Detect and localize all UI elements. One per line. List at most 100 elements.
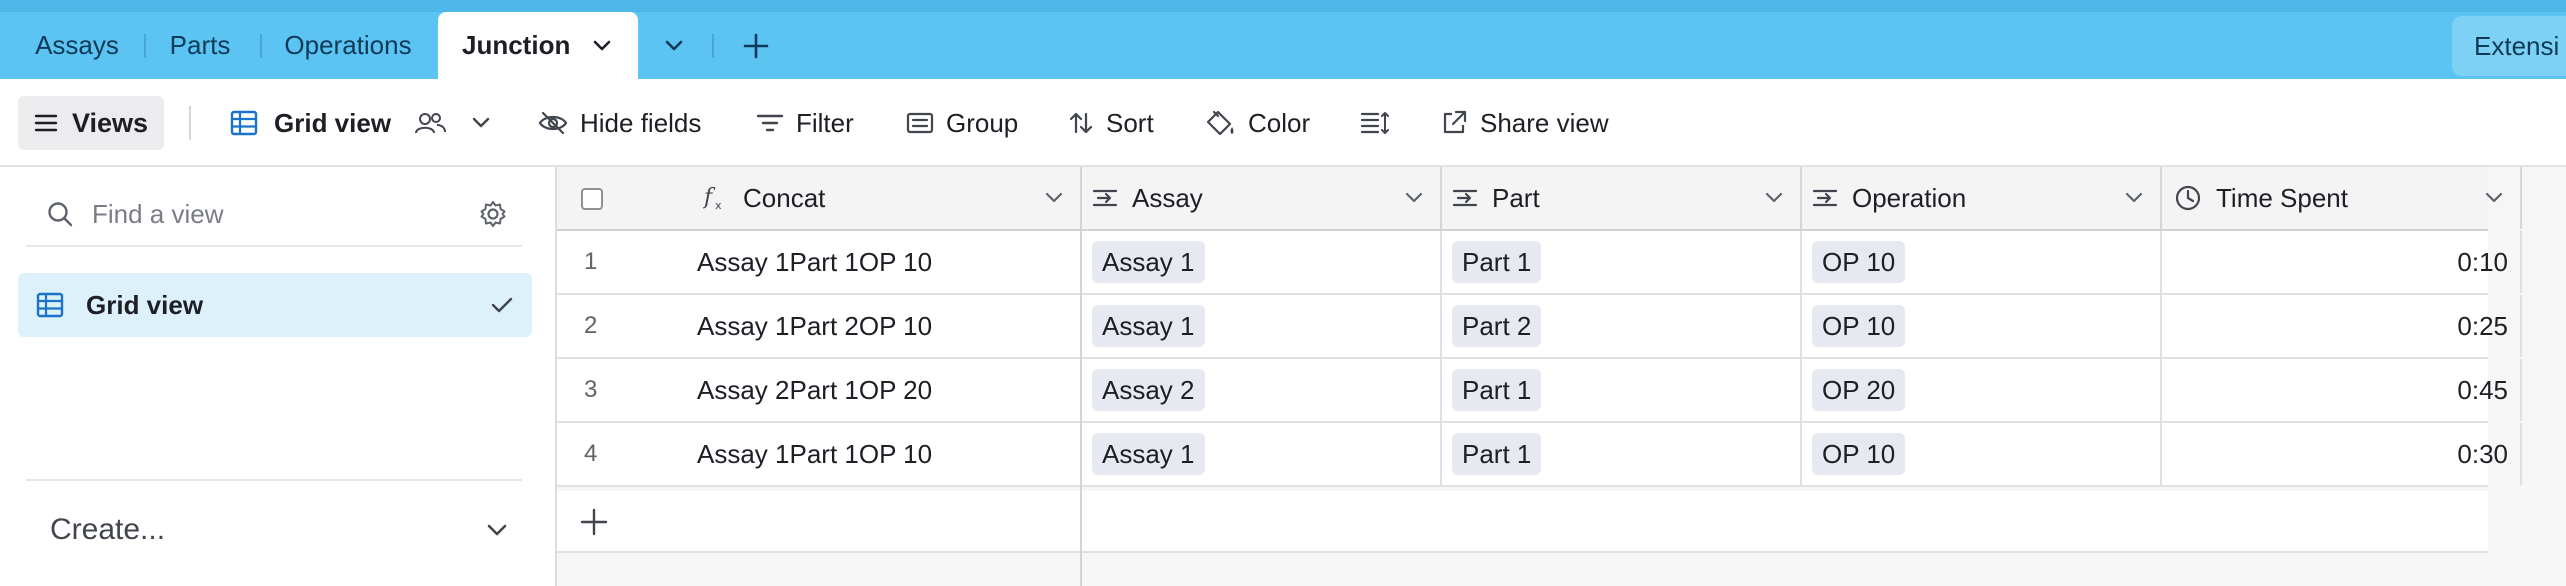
tab-assays[interactable]: Assays [18, 12, 136, 79]
sidebar-item-grid-view[interactable]: Grid view [18, 273, 532, 337]
assay-cell[interactable]: Assay 2 [1082, 359, 1442, 421]
row-number: 1 [584, 248, 598, 275]
color-button[interactable]: Color [1206, 79, 1310, 167]
create-label: Create... [50, 513, 166, 546]
time-spent-cell[interactable]: 0:10 [2162, 231, 2522, 293]
group-button[interactable]: Group [906, 79, 1018, 167]
column-header-concat[interactable]: fx Concat [557, 167, 1082, 229]
share-view-button[interactable]: Share view [1440, 79, 1609, 167]
column-header-operation[interactable]: Operation [1802, 167, 2162, 229]
add-table-button[interactable] [734, 24, 778, 68]
assay-cell[interactable]: Assay 1 [1082, 295, 1442, 357]
views-toggle-button[interactable]: Views [18, 96, 164, 150]
table-tab-bar: Assays Parts Operations Junction Extensi [0, 0, 2566, 79]
all-tables-dropdown-button[interactable] [652, 24, 696, 68]
grid-header-row: fx Concat Assay Part Operation Time Spen… [557, 167, 2522, 231]
linked-record-chip[interactable]: OP 10 [1812, 433, 1906, 475]
sort-label: Sort [1106, 107, 1154, 138]
part-cell[interactable]: Part 1 [1442, 231, 1802, 293]
linked-record-chip[interactable]: Part 1 [1452, 241, 1542, 283]
sort-button[interactable]: Sort [1068, 79, 1154, 167]
linked-record-chip[interactable]: Part 2 [1452, 305, 1542, 347]
chevron-down-icon [486, 523, 508, 537]
gear-icon[interactable] [478, 199, 508, 229]
sort-icon [1068, 110, 1094, 136]
column-header-assay[interactable]: Assay [1082, 167, 1442, 229]
concat-cell[interactable]: Assay 1Part 2OP 10 [697, 295, 1082, 357]
tab-label: Parts [169, 30, 231, 60]
concat-cell[interactable]: Assay 1Part 1OP 10 [697, 231, 1082, 293]
tab-label: Junction [462, 30, 571, 60]
part-cell[interactable]: Part 2 [1442, 295, 1802, 357]
add-record-row[interactable] [557, 491, 2488, 553]
extensions-button[interactable]: Extensi [2452, 16, 2566, 76]
linked-record-chip[interactable]: OP 20 [1812, 369, 1906, 411]
clock-icon [2174, 184, 2202, 212]
concat-cell[interactable]: Assay 2Part 1OP 20 [697, 359, 1082, 421]
assay-cell[interactable]: Assay 1 [1082, 423, 1442, 485]
linked-record-chip[interactable]: Assay 1 [1092, 305, 1205, 347]
formula-field-icon: fx [703, 184, 729, 212]
plus-icon[interactable] [577, 505, 611, 539]
chevron-down-icon[interactable] [2484, 191, 2504, 205]
filter-button[interactable]: Filter [756, 79, 854, 167]
assay-cell[interactable]: Assay 1 [1082, 231, 1442, 293]
extensions-label: Extensi [2474, 30, 2560, 61]
linked-record-chip[interactable]: Assay 1 [1092, 241, 1205, 283]
chevron-down-icon[interactable] [1764, 191, 1784, 205]
search-input[interactable]: Find a view [92, 199, 478, 230]
linked-record-chip[interactable]: Part 1 [1452, 369, 1542, 411]
tab-divider [260, 34, 262, 58]
hamburger-icon [34, 113, 58, 133]
time-spent-cell[interactable]: 0:30 [2162, 423, 2522, 485]
table-row[interactable]: 1 Assay 1Part 1OP 10 Assay 1 Part 1 OP 1… [557, 231, 2522, 295]
operation-cell[interactable]: OP 10 [1802, 423, 2162, 485]
views-sidebar: Find a view Grid view Create... [0, 167, 557, 586]
search-icon [46, 200, 74, 228]
filter-label: Filter [796, 107, 854, 138]
chevron-down-icon[interactable] [1044, 191, 1064, 205]
column-header-label: Concat [743, 182, 826, 213]
time-spent-cell[interactable]: 0:25 [2162, 295, 2522, 357]
hide-fields-label: Hide fields [580, 107, 702, 138]
column-header-part[interactable]: Part [1442, 167, 1802, 229]
table-row[interactable]: 3 Assay 2Part 1OP 20 Assay 2 Part 1 OP 2… [557, 359, 2522, 423]
share-view-label: Share view [1480, 107, 1609, 138]
view-switcher-button[interactable]: Grid view [230, 79, 491, 167]
tab-operations[interactable]: Operations [272, 12, 424, 79]
part-cell[interactable]: Part 1 [1442, 423, 1802, 485]
operation-cell[interactable]: OP 20 [1802, 359, 2162, 421]
tab-label: Operations [284, 30, 412, 60]
linked-record-chip[interactable]: Assay 1 [1092, 433, 1205, 475]
tab-junction[interactable]: Junction [438, 12, 638, 79]
column-header-time-spent[interactable]: Time Spent [2162, 167, 2522, 229]
tab-parts[interactable]: Parts [156, 12, 244, 79]
table-row[interactable]: 2 Assay 1Part 2OP 10 Assay 1 Part 2 OP 1… [557, 295, 2522, 359]
linked-record-chip[interactable]: OP 10 [1812, 241, 1906, 283]
operation-cell[interactable]: OP 10 [1802, 295, 2162, 357]
linked-record-chip[interactable]: Assay 2 [1092, 369, 1205, 411]
linked-record-chip[interactable]: OP 10 [1812, 305, 1906, 347]
linked-record-icon [1092, 187, 1118, 209]
linked-record-icon [1812, 187, 1838, 209]
chevron-down-icon[interactable] [1404, 191, 1424, 205]
concat-cell[interactable]: Assay 1Part 1OP 10 [697, 423, 1082, 485]
time-spent-cell[interactable]: 0:45 [2162, 359, 2522, 421]
hide-fields-button[interactable]: Hide fields [538, 79, 701, 167]
row-number: 2 [584, 312, 598, 339]
column-header-label: Time Spent [2216, 182, 2348, 213]
row-height-button[interactable] [1360, 79, 1390, 167]
part-cell[interactable]: Part 1 [1442, 359, 1802, 421]
linked-record-chip[interactable]: Part 1 [1452, 433, 1542, 475]
sidebar-divider [26, 479, 522, 481]
row-number: 4 [584, 440, 598, 467]
chevron-down-icon[interactable] [592, 39, 612, 53]
table-row[interactable]: 4 Assay 1Part 1OP 10 Assay 1 Part 1 OP 1… [557, 423, 2522, 487]
chevron-down-icon[interactable] [2124, 191, 2144, 205]
frozen-column-divider[interactable] [1080, 167, 1082, 586]
view-name: Grid view [274, 107, 392, 138]
chevron-down-icon [471, 116, 491, 130]
sidebar-item-label: Grid view [86, 289, 204, 320]
operation-cell[interactable]: OP 10 [1802, 231, 2162, 293]
create-view-button[interactable]: Create... [26, 497, 522, 563]
